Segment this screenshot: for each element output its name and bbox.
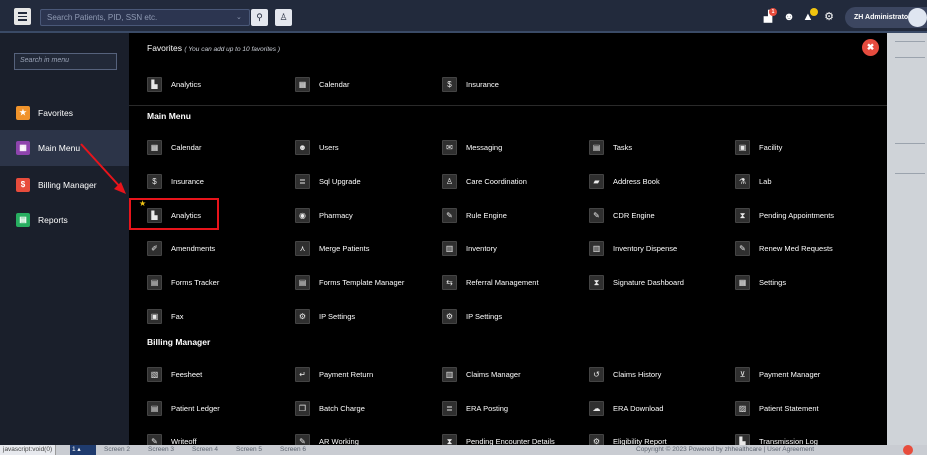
annotation-arrow <box>80 143 126 194</box>
screen-1-tab[interactable]: 1 ▴ <box>70 445 96 455</box>
heart-icon <box>903 445 913 455</box>
status-url: javascript:void(0) <box>0 445 57 455</box>
screen-tab[interactable]: Screen 5 <box>236 446 262 453</box>
screen-tab[interactable]: Screen 6 <box>280 446 306 453</box>
screen-tab[interactable]: Screen 2 <box>104 446 130 453</box>
screen-tab[interactable]: Screen 4 <box>192 446 218 453</box>
screen-tab[interactable]: Screen 3 <box>148 446 174 453</box>
bottom-bar: javascript:void(0) 1 ▴ Screen 2 Screen 3… <box>0 445 927 455</box>
copyright-text: Copyright © 2023 Powered by zhhealthcare… <box>636 446 815 453</box>
